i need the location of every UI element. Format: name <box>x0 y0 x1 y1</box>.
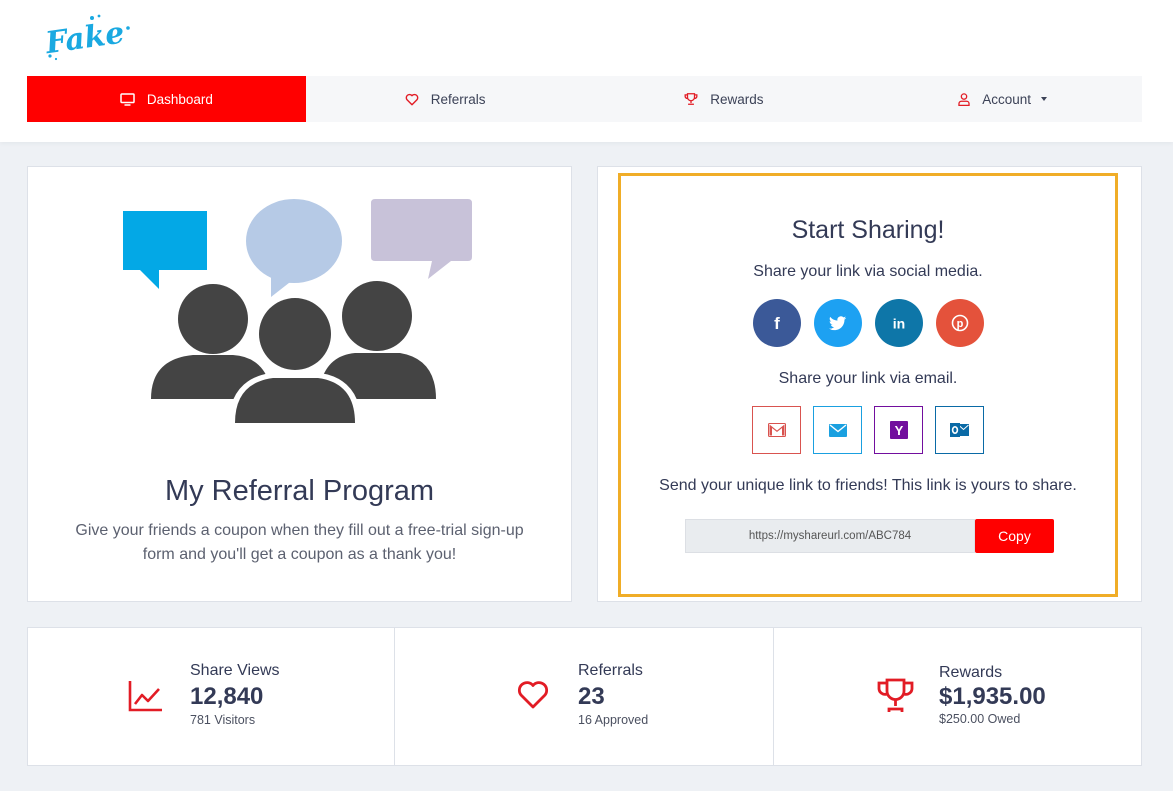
nav-rewards[interactable]: Rewards <box>585 76 864 122</box>
trophy-icon <box>877 678 914 712</box>
facebook-button[interactable]: f <box>752 299 801 347</box>
stat-rewards: Rewards $1,935.00 $250.00 Owed <box>774 628 1141 765</box>
share-link-row: Copy <box>685 519 1054 553</box>
share-box: Start Sharing! Share your link via socia… <box>618 173 1118 597</box>
copy-button[interactable]: Copy <box>975 519 1054 553</box>
linkedin-icon: in <box>892 316 904 332</box>
svg-text:f: f <box>774 314 780 332</box>
gmail-icon <box>767 423 786 437</box>
nav-account-label: Account <box>982 91 1032 107</box>
yahoo-icon: Y <box>889 421 908 439</box>
linkedin-button[interactable]: in <box>874 299 923 347</box>
email-label: Share your link via email. <box>778 370 958 387</box>
pinterest-button[interactable]: p <box>935 299 984 347</box>
stat-value: 12,840 <box>190 683 264 710</box>
pinterest-icon: p <box>951 314 968 332</box>
share-card: Start Sharing! Share your link via socia… <box>597 166 1142 602</box>
outlook-button[interactable] <box>935 406 984 454</box>
header: Fake Dashboard Referrals Rewards Account <box>0 0 1173 142</box>
people-talking-illustration <box>123 199 472 429</box>
main-nav: Dashboard Referrals Rewards Account <box>27 76 1142 122</box>
twitter-button[interactable] <box>813 299 862 347</box>
nav-dashboard[interactable]: Dashboard <box>27 76 306 122</box>
svg-text:Y: Y <box>894 423 903 438</box>
stat-value: 23 <box>578 683 605 710</box>
stat-sub: 16 Approved <box>578 713 649 727</box>
gmail-button[interactable] <box>752 406 801 454</box>
stat-value: $1,935.00 <box>939 683 1046 710</box>
facebook-icon: f <box>774 314 780 332</box>
heart-icon <box>517 681 549 709</box>
social-buttons: f in p <box>621 299 1115 347</box>
nav-referrals[interactable]: Referrals <box>306 76 585 122</box>
nav-rewards-label: Rewards <box>710 91 764 107</box>
stat-sub: $250.00 Owed <box>939 712 1021 726</box>
svg-text:p: p <box>956 318 963 330</box>
share-title: Start Sharing! <box>791 216 945 244</box>
social-label: Share your link via social media. <box>753 263 983 280</box>
stat-label: Referrals <box>578 662 643 679</box>
program-description: Give your friends a coupon when they fil… <box>75 522 524 563</box>
stat-referrals: Referrals 23 16 Approved <box>395 628 774 765</box>
outlook-icon <box>949 423 969 437</box>
user-icon <box>958 92 970 106</box>
email-buttons: Y <box>621 406 1115 454</box>
trophy-icon <box>684 92 698 106</box>
nav-referrals-label: Referrals <box>430 91 486 107</box>
mail-icon <box>828 423 847 437</box>
referral-program-card: My Referral Program Give your friends a … <box>27 166 572 602</box>
yahoo-button[interactable]: Y <box>874 406 923 454</box>
stat-share-views: Share Views 12,840 781 Visitors <box>28 628 395 765</box>
mail-button[interactable] <box>813 406 862 454</box>
svg-text:in: in <box>892 316 904 332</box>
stats-bar: Share Views 12,840 781 Visitors Referral… <box>27 627 1142 766</box>
link-label: Send your unique link to friends! This l… <box>659 477 1077 494</box>
fake-logo[interactable]: Fake <box>44 12 136 62</box>
line-chart-icon <box>128 681 162 712</box>
nav-account[interactable]: Account <box>863 76 1142 122</box>
stat-label: Rewards <box>939 664 1003 681</box>
stat-label: Share Views <box>190 662 280 679</box>
stat-sub: 781 Visitors <box>190 713 256 727</box>
svg-text:Fake: Fake <box>44 16 127 62</box>
program-title: My Referral Program <box>164 475 435 507</box>
share-link-input[interactable] <box>685 519 975 553</box>
monitor-icon <box>120 92 135 106</box>
nav-dashboard-label: Dashboard <box>146 91 213 107</box>
heart-icon <box>405 93 419 106</box>
chevron-down-icon <box>1041 97 1048 101</box>
twitter-icon <box>828 315 846 330</box>
